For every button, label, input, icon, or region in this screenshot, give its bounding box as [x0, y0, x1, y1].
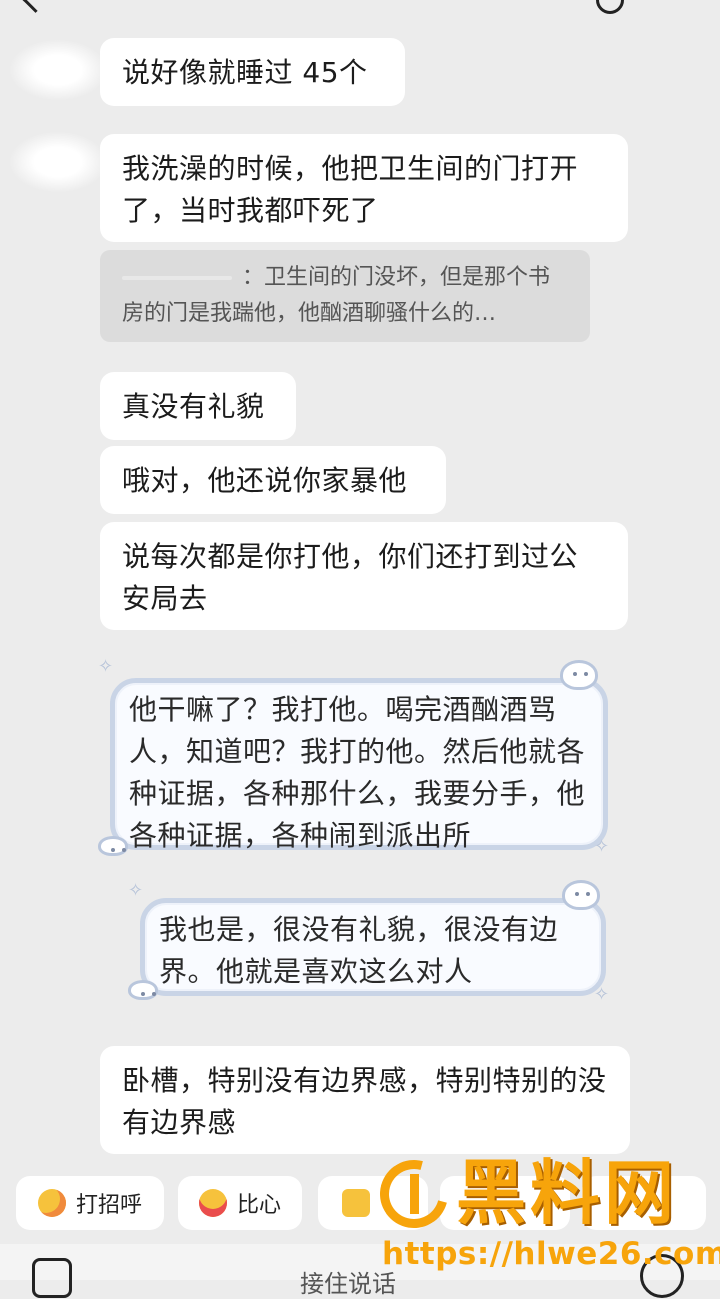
message-bubble[interactable]: 真没有礼貌: [100, 372, 296, 440]
quote-author-redacted: [122, 276, 232, 280]
avatar[interactable]: [10, 132, 106, 192]
message-bubble[interactable]: 说每次都是你打他，你们还打到过公安局去: [100, 522, 628, 630]
top-bar: [0, 0, 720, 14]
message-text: 我洗澡的时候，他把卫生间的门打开了，当时我都吓死了: [122, 152, 579, 227]
back-icon[interactable]: [22, 0, 49, 13]
watermark: 黑料网 https://hlwe26.com: [367, 1147, 720, 1280]
message-text: 他干嘛了？我打他。喝完酒酗酒骂人，知道吧？我打的他。然后他就各种证据，各种那什么…: [129, 693, 586, 852]
styled-message-bubble[interactable]: 他干嘛了？我打他。喝完酒酗酒骂人，知道吧？我打的他。然后他就各种证据，各种那什么…: [110, 678, 608, 852]
heart-hands-face-icon: [198, 1189, 227, 1217]
cloud-sticker-icon: [128, 980, 158, 1000]
watermark-logo-icon: [367, 1147, 461, 1241]
watermark-title: 黑料网: [456, 1152, 678, 1234]
cloud-sticker-icon: [98, 836, 128, 856]
quick-reply-heart[interactable]: 比心: [178, 1176, 302, 1230]
message-text: 真没有礼貌: [122, 390, 265, 423]
message-bubble[interactable]: 说好像就睡过 45个: [100, 38, 405, 106]
quick-reply-greet[interactable]: 打招呼: [16, 1176, 164, 1230]
message-text: 哦对，他还说你家暴他: [122, 464, 408, 497]
message-bubble[interactable]: 哦对，他还说你家暴他: [100, 446, 446, 514]
message-bubble[interactable]: 我洗澡的时候，他把卫生间的门打开了，当时我都吓死了: [100, 134, 628, 242]
thumbs-up-icon: [342, 1189, 370, 1217]
more-icon[interactable]: [596, 0, 624, 14]
quick-reply-label: 打招呼: [75, 1193, 142, 1218]
quick-reply-label: 比心: [236, 1193, 281, 1218]
sparkle-icon: ✧: [128, 880, 144, 901]
voice-icon[interactable]: [32, 1258, 72, 1298]
sparkle-icon: ✧: [594, 984, 610, 1005]
cloud-sticker-icon: [562, 880, 600, 910]
cloud-sticker-icon: [560, 660, 598, 690]
message-text: 说每次都是你打他，你们还打到过公安局去: [122, 540, 579, 615]
styled-message-bubble[interactable]: 我也是，很没有礼貌，很没有边界。他就是喜欢这么对人: [140, 898, 606, 996]
quoted-reply[interactable]: ：卫生间的门没坏，但是那个书房的门是我踹他，他酗酒聊骚什么的…: [100, 250, 590, 342]
waving-face-icon: [37, 1189, 66, 1217]
watermark-url: https://hlwe26.com: [382, 1236, 720, 1272]
message-text: 卧槽，特别没有边界感，特别特别的没有边界感: [122, 1064, 607, 1139]
sparkle-icon: ✧: [594, 836, 610, 857]
sparkle-icon: ✧: [98, 656, 114, 677]
message-bubble[interactable]: 卧槽，特别没有边界感，特别特别的没有边界感: [100, 1046, 630, 1154]
message-text: 说好像就睡过 45个: [122, 56, 368, 89]
message-text: 我也是，很没有礼貌，很没有边界。他就是喜欢这么对人: [159, 913, 559, 988]
avatar[interactable]: [10, 40, 106, 100]
quote-text: ：卫生间的门没坏，但是那个书房的门是我踹他，他酗酒聊骚什么的…: [122, 265, 551, 326]
